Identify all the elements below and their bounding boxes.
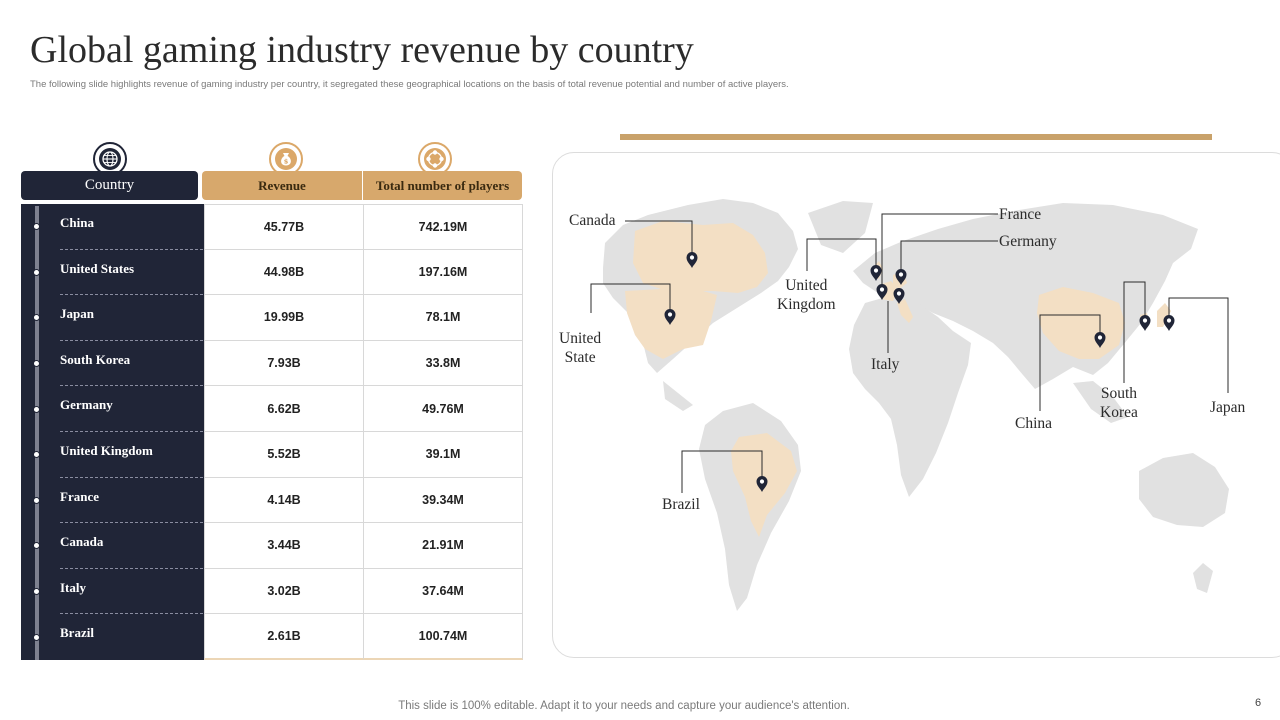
footer-note: This slide is 100% editable. Adapt it to…	[398, 700, 850, 712]
map-label-canada: Canada	[569, 212, 616, 229]
country-name: Canada	[60, 534, 104, 550]
country-name: France	[60, 488, 99, 504]
slide-title: Global gaming industry revenue by countr…	[30, 29, 694, 71]
map-label-japan: Japan	[1210, 399, 1246, 416]
table-row: Brazil 2.61B 100.74M	[21, 614, 523, 660]
map-pin-icon	[1139, 315, 1151, 331]
players-cell: 39.34M	[363, 477, 523, 524]
map-label-united-state: United State	[559, 330, 602, 366]
country-name: China	[60, 215, 94, 230]
map-pin-icon	[1163, 315, 1175, 331]
players-cell: 33.8M	[363, 340, 523, 387]
players-cell: 197.16M	[363, 249, 523, 296]
players-cell: 742.19M	[363, 204, 523, 250]
map-label-germany: Germany	[999, 233, 1057, 250]
country-column-header: Country	[21, 171, 198, 200]
timeline-dot	[33, 542, 40, 550]
timeline-dot	[33, 496, 40, 504]
country-name: Brazil	[60, 625, 94, 641]
players-cell: 37.64M	[363, 568, 523, 615]
timeline-dot	[33, 314, 40, 322]
table-row: Canada 3.44B 21.91M	[21, 523, 523, 569]
timeline-dot	[33, 268, 40, 276]
svg-text:$: $	[284, 158, 289, 166]
timeline-dot	[33, 633, 40, 641]
table-row: France 4.14B 39.34M	[21, 477, 523, 524]
players-cell: 39.1M	[363, 431, 523, 478]
map-label-china: China	[1015, 415, 1053, 432]
country-name: United Kingdom	[60, 442, 153, 458]
table-row: Italy 3.02B 37.64M	[21, 568, 523, 615]
timeline-dot	[33, 588, 40, 596]
table-row: Japan 19.99B 78.1M	[21, 295, 523, 341]
slide-subtitle: The following slide highlights revenue o…	[30, 79, 789, 90]
revenue-cell: 19.99B	[204, 295, 363, 341]
country-name: South Korea	[60, 351, 131, 367]
revenue-cell: 3.44B	[204, 523, 363, 569]
revenue-cell: 3.02B	[204, 568, 363, 615]
map-label-italy: Italy	[871, 356, 900, 373]
world-map	[590, 199, 1229, 611]
map-label-france: France	[999, 206, 1042, 223]
revenue-cell: 44.98B	[204, 249, 363, 296]
players-cell: 100.74M	[363, 614, 523, 660]
timeline-dot	[33, 223, 40, 231]
map-label-united-kingdom: United Kingdom	[777, 277, 836, 313]
timeline-dot	[33, 405, 40, 413]
players-cell: 49.76M	[363, 386, 523, 432]
revenue-table: China 45.77B 742.19M United States 44.98B 19…	[21, 204, 523, 660]
table-row: United Kingdom 5.52B 39.1M	[21, 431, 523, 478]
map-label-south-korea: South Korea	[1100, 385, 1138, 421]
revenue-cell: 2.61B	[204, 614, 363, 660]
revenue-cell: 4.14B	[204, 477, 363, 524]
country-name: Italy	[60, 579, 86, 595]
timeline-dot	[33, 360, 40, 368]
table-row: China 45.77B 742.19M	[21, 204, 523, 250]
revenue-cell: 45.77B	[204, 204, 363, 250]
players-cell: 21.91M	[363, 523, 523, 569]
map-label-brazil: Brazil	[662, 496, 700, 513]
revenue-cell: 7.93B	[204, 340, 363, 387]
revenue-cell: 6.62B	[204, 386, 363, 432]
players-cell: 78.1M	[363, 295, 523, 341]
table-row: United States 44.98B 197.16M	[21, 249, 523, 296]
country-name: United States	[60, 260, 135, 276]
timeline-dot	[33, 451, 40, 459]
country-name: Germany	[60, 397, 113, 413]
world-map-card: Canada United State United Kingdom France …	[552, 152, 1280, 658]
page-number: 6	[1255, 697, 1262, 709]
accent-bar	[620, 134, 1212, 140]
players-column-header: Total number of players	[363, 171, 522, 200]
revenue-cell: 5.52B	[204, 431, 363, 478]
table-row: South Korea 7.93B 33.8M	[21, 340, 523, 387]
revenue-column-header: Revenue	[202, 171, 362, 200]
country-name: Japan	[60, 306, 94, 322]
table-row: Germany 6.62B 49.76M	[21, 386, 523, 432]
